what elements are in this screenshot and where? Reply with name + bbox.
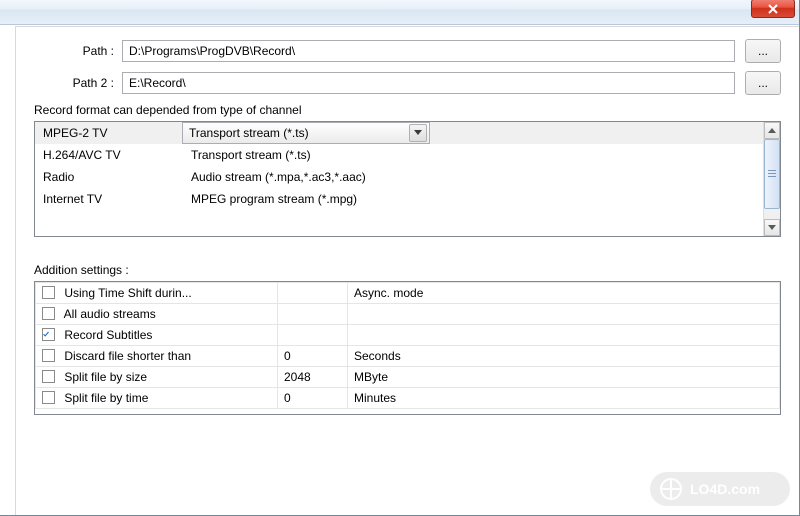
format-value: Transport stream (*.ts): [183, 148, 763, 162]
checkbox[interactable]: [42, 370, 55, 383]
settings-row: All audio streams: [36, 304, 780, 325]
checkbox[interactable]: [42, 286, 55, 299]
path2-input[interactable]: [122, 72, 735, 94]
setting-unit: MByte: [348, 367, 780, 388]
format-row[interactable]: MPEG-2 TV Transport stream (*.ts): [35, 122, 763, 144]
setting-unit: Minutes: [348, 388, 780, 409]
settings-row: Using Time Shift durin... Async. mode: [36, 283, 780, 304]
settings-table: Using Time Shift durin... Async. mode Al…: [35, 282, 780, 409]
format-row[interactable]: Internet TV MPEG program stream (*.mpg): [35, 188, 763, 210]
chevron-down-icon: [409, 124, 427, 142]
format-type: Radio: [35, 170, 183, 184]
setting-unit: Seconds: [348, 346, 780, 367]
setting-unit: [348, 325, 780, 346]
close-icon: [768, 4, 778, 14]
titlebar: [0, 0, 799, 25]
format-combo-value: Transport stream (*.ts): [189, 126, 409, 140]
checkbox[interactable]: [42, 307, 55, 320]
setting-value[interactable]: [278, 283, 348, 304]
setting-value[interactable]: [278, 325, 348, 346]
settings-row: Split file by time 0 Minutes: [36, 388, 780, 409]
format-section-label: Record format can depended from type of …: [34, 103, 781, 117]
setting-label: Record Subtitles: [64, 328, 152, 342]
path2-browse-button[interactable]: ...: [745, 71, 781, 95]
format-row[interactable]: H.264/AVC TV Transport stream (*.ts): [35, 144, 763, 166]
checkbox[interactable]: [42, 349, 55, 362]
setting-label: Split file by size: [64, 370, 147, 384]
scroll-thumb[interactable]: [764, 139, 780, 209]
scroll-track[interactable]: [764, 139, 780, 219]
format-type: MPEG-2 TV: [35, 126, 183, 140]
path2-label: Path 2 :: [34, 76, 122, 90]
dialog-window: Path : ... Path 2 : ... Record format ca…: [0, 0, 800, 516]
format-list: MPEG-2 TV Transport stream (*.ts) H.264/…: [34, 121, 781, 237]
path-label: Path :: [34, 44, 122, 58]
content-panel: Path : ... Path 2 : ... Record format ca…: [15, 26, 799, 515]
watermark-text: LO4D.com: [690, 481, 760, 497]
scroll-down-icon[interactable]: [764, 219, 780, 236]
setting-value[interactable]: 2048: [278, 367, 348, 388]
globe-icon: [660, 478, 682, 500]
settings-row: Discard file shorter than 0 Seconds: [36, 346, 780, 367]
setting-value[interactable]: 0: [278, 388, 348, 409]
checkbox[interactable]: [42, 391, 55, 404]
settings-row: Record Subtitles: [36, 325, 780, 346]
setting-unit: [348, 304, 780, 325]
checkbox[interactable]: [42, 328, 55, 341]
format-type: Internet TV: [35, 192, 183, 206]
format-row[interactable]: Radio Audio stream (*.mpa,*.ac3,*.aac): [35, 166, 763, 188]
setting-label: Split file by time: [64, 391, 148, 405]
setting-unit: Async. mode: [348, 283, 780, 304]
check-icon: [43, 329, 49, 340]
setting-label: Using Time Shift durin...: [64, 286, 191, 300]
scroll-up-icon[interactable]: [764, 122, 780, 139]
settings-section-label: Addition settings :: [34, 263, 781, 277]
path2-row: Path 2 : ...: [34, 71, 781, 95]
close-button[interactable]: [751, 0, 795, 18]
setting-value[interactable]: 0: [278, 346, 348, 367]
path-input[interactable]: [122, 40, 735, 62]
format-combo[interactable]: Transport stream (*.ts): [182, 122, 430, 144]
settings-row: Split file by size 2048 MByte: [36, 367, 780, 388]
format-type: H.264/AVC TV: [35, 148, 183, 162]
format-scrollbar[interactable]: [763, 122, 780, 236]
setting-label: Discard file shorter than: [64, 349, 191, 363]
setting-label: All audio streams: [64, 307, 156, 321]
path-browse-button[interactable]: ...: [745, 39, 781, 63]
format-list-content: MPEG-2 TV Transport stream (*.ts) H.264/…: [35, 122, 763, 236]
watermark: LO4D.com: [650, 472, 790, 506]
path-row: Path : ...: [34, 39, 781, 63]
format-value: MPEG program stream (*.mpg): [183, 192, 763, 206]
setting-value[interactable]: [278, 304, 348, 325]
format-value: Audio stream (*.mpa,*.ac3,*.aac): [183, 170, 763, 184]
settings-list: Using Time Shift durin... Async. mode Al…: [34, 281, 781, 415]
